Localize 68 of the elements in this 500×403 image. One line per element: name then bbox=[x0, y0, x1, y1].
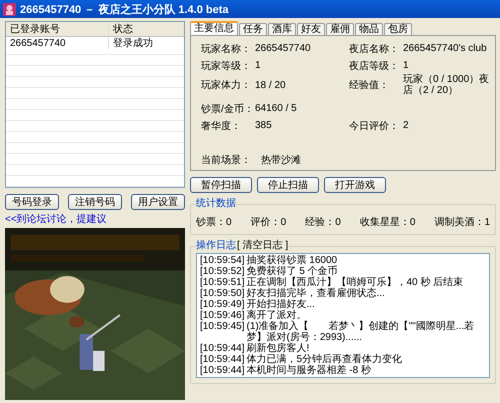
log-message: 离开了派对。 bbox=[246, 310, 306, 321]
log-message: 刷新包房客人! bbox=[246, 343, 310, 354]
log-time: [10:59:44] bbox=[200, 354, 244, 365]
tab[interactable]: 好友 bbox=[297, 23, 325, 35]
log-time: [10:59:50] bbox=[200, 288, 244, 299]
tab[interactable]: 包房 bbox=[384, 23, 412, 35]
action-button[interactable]: 停止扫描 bbox=[257, 177, 319, 193]
group-title: 操作日志 bbox=[196, 240, 236, 252]
field-value: 1 bbox=[403, 60, 410, 71]
field-label: 钞票/金币： bbox=[201, 102, 253, 116]
stat-text: 收集星星：0 bbox=[360, 216, 416, 229]
tab[interactable]: 任务 bbox=[239, 23, 267, 35]
field-value: 2 bbox=[403, 120, 410, 131]
stat-text: 经验：0 bbox=[305, 216, 341, 229]
column-header[interactable]: 已登录账号 bbox=[6, 22, 109, 36]
log-message: (1)准备加入【 若梦丶】创建的【""國際明星...若梦】派对(房号：2993)...... bbox=[246, 321, 476, 343]
field-label: 玩家体力： bbox=[201, 78, 252, 92]
action-button[interactable]: 打开游戏 bbox=[324, 177, 386, 193]
field-value: 热带沙滩 bbox=[261, 154, 301, 167]
field-label: 夜店等级： bbox=[349, 60, 400, 72]
log-message: 本机时间与服务器相差 -8 秒 bbox=[246, 365, 371, 376]
clear-log-link[interactable]: [ 清空日志 ] bbox=[237, 240, 288, 252]
field-label: 经验值： bbox=[349, 79, 390, 92]
log-message: 正在调制【西瓜汁】【哨姆可乐】，40 秒 后结束 bbox=[246, 277, 464, 288]
stat-text: 评价：0 bbox=[250, 216, 286, 229]
field-value: 18 / 20 bbox=[255, 80, 287, 90]
column-header[interactable]: 状态 bbox=[109, 22, 133, 36]
log-time: [10:59:54] bbox=[200, 255, 244, 266]
field-label: 今日评价： bbox=[349, 120, 400, 132]
group-title: 统计数据 bbox=[196, 198, 236, 210]
field-label: 玩家名称： bbox=[201, 42, 252, 56]
field-label: 玩家等级： bbox=[201, 60, 252, 72]
stat-text: 调制美酒：1 bbox=[434, 216, 490, 229]
table-cell-text: 登录成功 bbox=[112, 36, 153, 50]
log-message: 体力已满，5分钟后再查看体力变化 bbox=[246, 354, 402, 365]
log-time: [10:59:44] bbox=[200, 365, 244, 376]
log-message: 抽奖获得钞票 16000 bbox=[246, 255, 338, 266]
field-value: 1 bbox=[255, 60, 262, 71]
field-label: 奢华度： bbox=[201, 120, 242, 132]
tab[interactable]: 主要信息 bbox=[190, 21, 238, 35]
action-button[interactable]: 暂停扫描 bbox=[190, 177, 252, 193]
log-message: 免费获得了 5 个金币 bbox=[246, 266, 338, 277]
tab[interactable]: 酒库 bbox=[268, 23, 296, 35]
window-title: 2665457740 － 夜店之王小分队 1.4.0 beta bbox=[20, 2, 228, 16]
app-icon bbox=[3, 2, 16, 16]
log-time: [10:59:44] bbox=[200, 343, 244, 354]
log-time: [10:59:52] bbox=[200, 266, 244, 277]
stat-text: 钞票：0 bbox=[196, 216, 232, 229]
field-value: 385 bbox=[255, 120, 273, 131]
log-time: [10:59:51] bbox=[200, 277, 244, 288]
forum-link[interactable]: <<到论坛讨论，提建议 bbox=[5, 214, 185, 226]
table-cell: 2665457740 bbox=[6, 38, 109, 48]
tab[interactable]: 物品 bbox=[355, 23, 383, 35]
action-button[interactable]: 用户设置 bbox=[131, 194, 185, 210]
action-button[interactable]: 号码登录 bbox=[5, 194, 59, 210]
field-label: 夜店名称： bbox=[349, 42, 400, 56]
field-value: 64160 / 5 bbox=[255, 103, 298, 114]
field-value: 2665457740's club bbox=[403, 43, 488, 54]
log-time: [10:59:49] bbox=[200, 299, 244, 310]
log-time: [10:59:45] bbox=[200, 321, 244, 334]
tab[interactable]: 雇佣 bbox=[326, 23, 354, 35]
field-label: 当前场景： bbox=[201, 154, 251, 167]
action-button[interactable]: 注销号码 bbox=[68, 194, 122, 210]
field-value: 玩家（0 / 1000）夜店（2 / 20） bbox=[403, 74, 490, 96]
log-message: 开始扫描好友... bbox=[246, 299, 315, 310]
log-message: 好友扫描完毕，查看雇佣状态... bbox=[246, 288, 385, 299]
field-value: 2665457740 bbox=[255, 43, 312, 54]
log-time: [10:59:46] bbox=[200, 310, 244, 321]
